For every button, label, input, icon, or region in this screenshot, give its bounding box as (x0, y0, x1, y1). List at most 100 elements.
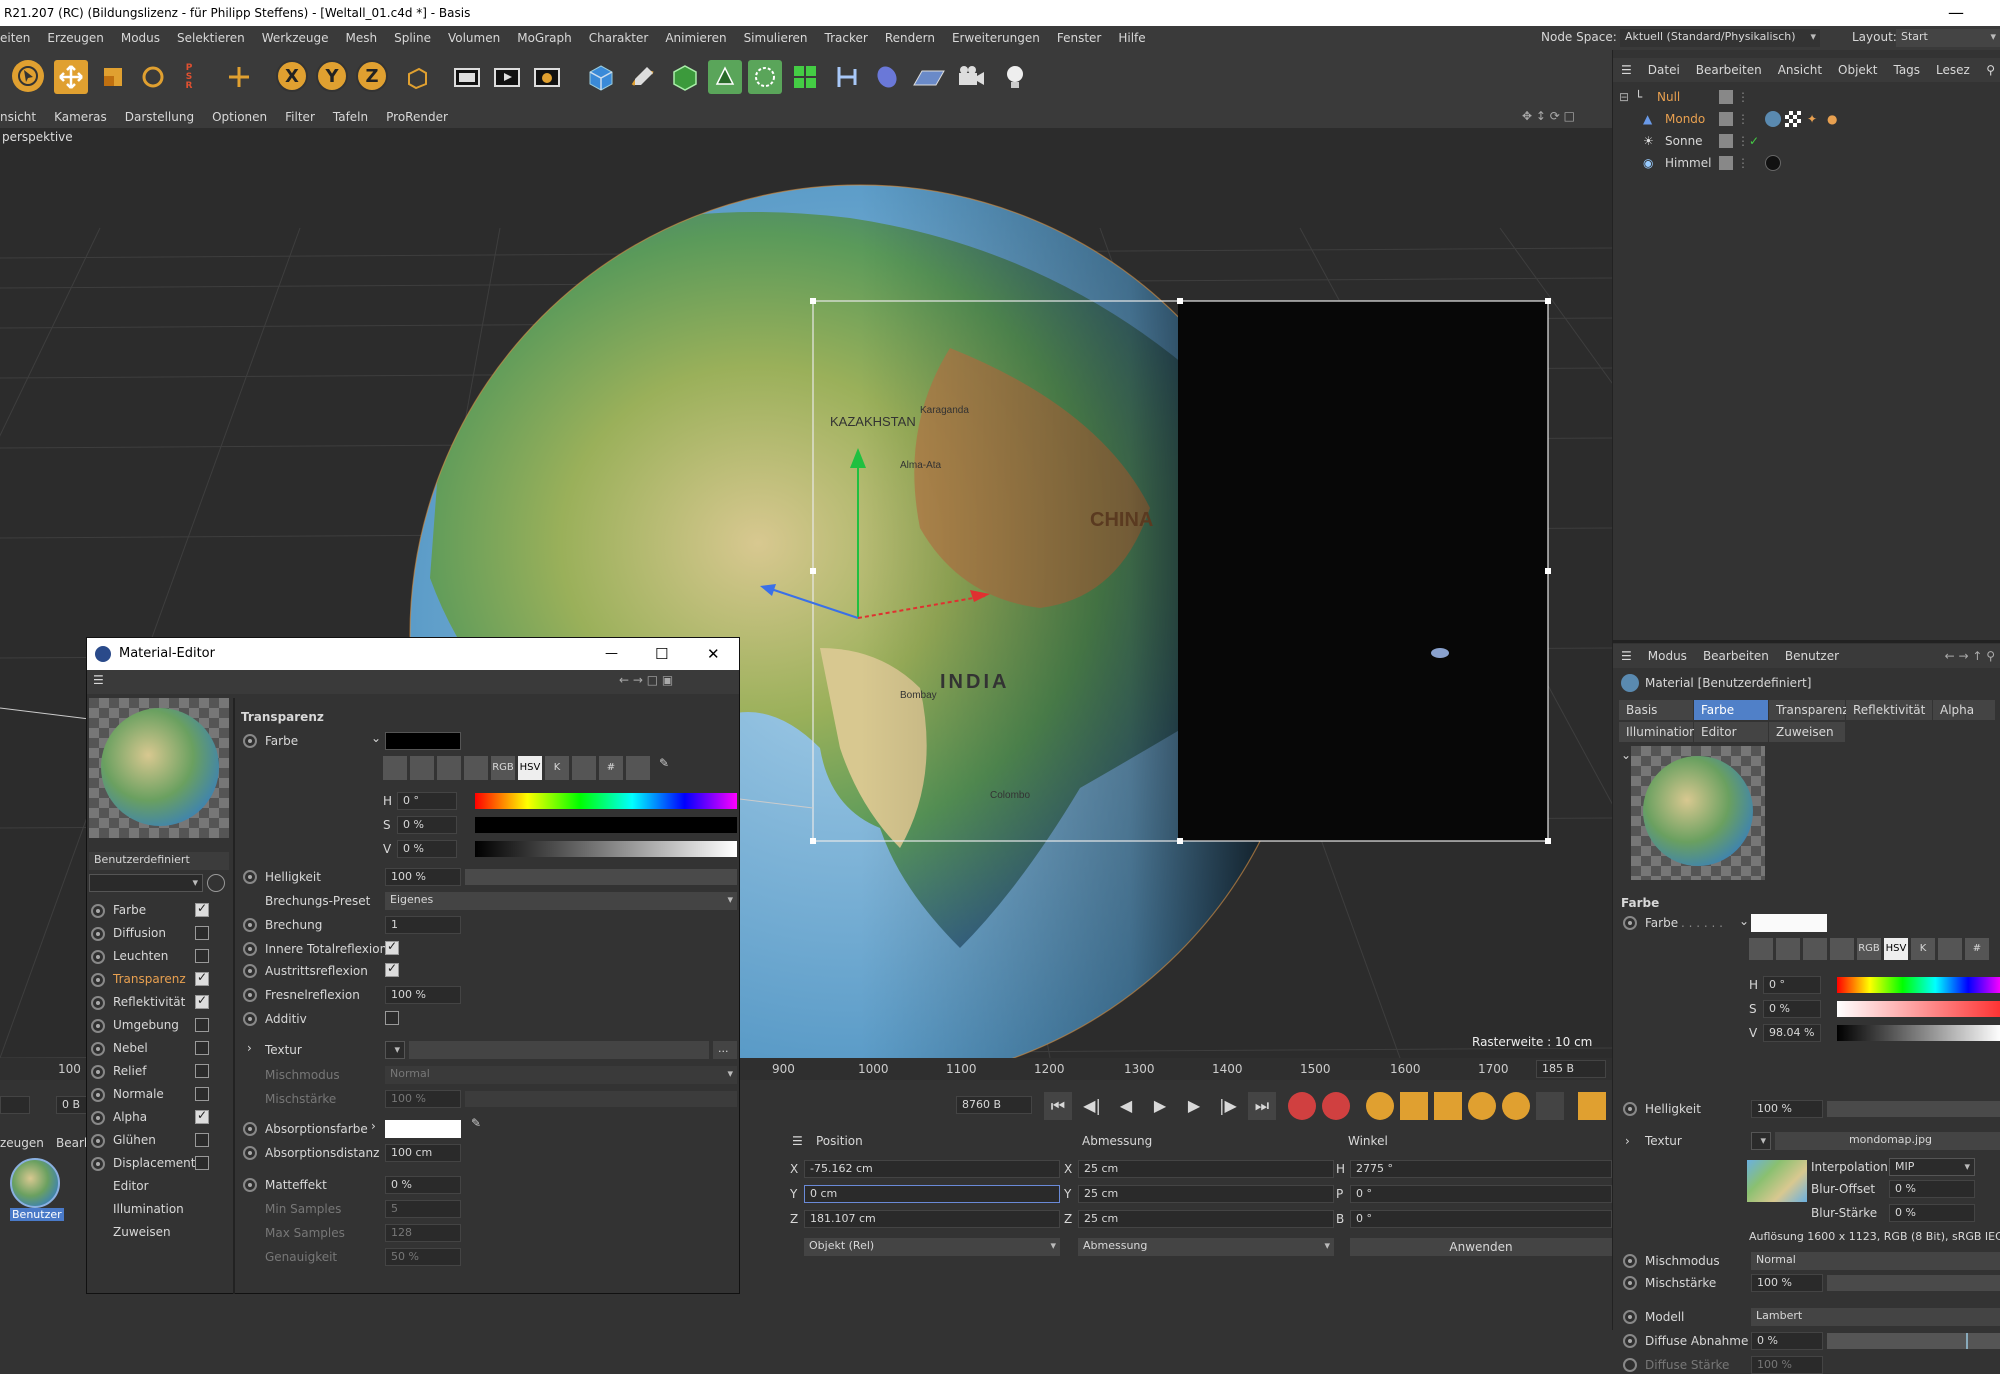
me-mischmodus-dropdown[interactable]: Normal (385, 1066, 737, 1084)
tab-editor[interactable]: Editor (1694, 722, 1768, 742)
render-view-icon[interactable] (490, 60, 524, 94)
channel-checkbox[interactable] (195, 1156, 209, 1170)
mischstaerke-field[interactable]: 100 % (1751, 1274, 1823, 1292)
absorptionsdistanz-field[interactable]: 100 cm (385, 1144, 461, 1162)
end-frame-field[interactable]: 185 B (1536, 1060, 1606, 1078)
channel-checkbox[interactable] (195, 993, 209, 1009)
autokey-icon[interactable] (1322, 1092, 1350, 1120)
absorptionsdistanz-radio[interactable] (243, 1146, 257, 1160)
next-frame-icon[interactable]: ▶ (1180, 1092, 1208, 1120)
rot-h-field[interactable]: 2775 ° (1350, 1160, 1612, 1178)
diffuse-field[interactable]: 0 % (1751, 1332, 1823, 1350)
austritt-radio[interactable] (243, 964, 257, 978)
me-helligkeit-slider[interactable] (465, 869, 737, 885)
x-axis-icon[interactable]: X (276, 60, 308, 92)
menu-item[interactable]: Werkzeuge (262, 31, 329, 45)
v-field[interactable]: 98.04 % (1763, 1024, 1821, 1042)
fresnel-radio[interactable] (243, 988, 257, 1002)
helligkeit-slider[interactable] (1827, 1101, 2000, 1117)
wheel-icon[interactable] (410, 756, 434, 780)
scale-icon[interactable] (96, 60, 130, 94)
y-axis-icon[interactable]: Y (316, 60, 348, 92)
me-extra-item[interactable]: Zuweisen (113, 1225, 171, 1239)
menu-item[interactable]: Erzeugen (47, 31, 103, 45)
hex-mode-button[interactable]: # (599, 756, 623, 780)
object-row-null[interactable]: ⊟ └ Null ⋮ (1613, 86, 2000, 108)
viewport-menu-item[interactable]: Tafeln (333, 110, 368, 124)
channel-checkbox[interactable] (195, 970, 209, 986)
chevron-down-icon[interactable]: ⌄ (371, 731, 381, 745)
apply-button[interactable]: Anwenden (1350, 1238, 1612, 1256)
menu-item[interactable]: MoGraph (517, 31, 572, 45)
light-icon[interactable] (998, 60, 1032, 94)
menu-item[interactable]: Charakter (589, 31, 649, 45)
size-mode-dropdown[interactable]: Abmessung (1078, 1238, 1334, 1256)
maximize-icon[interactable]: ☐ (655, 638, 668, 670)
pos-x-field[interactable]: -75.162 cm (804, 1160, 1060, 1178)
viewport-nav-icons[interactable]: ✥ ↕ ⟳ □ (1522, 109, 1575, 123)
search-icon[interactable]: ⚲ (1986, 63, 1995, 77)
me-v-field[interactable]: 0 % (397, 840, 457, 858)
transform-icon[interactable] (222, 60, 256, 94)
texture-tag-icon[interactable] (1785, 111, 1801, 127)
channel-row[interactable]: Nebel (87, 1038, 227, 1060)
absorptionsfarbe-radio[interactable] (243, 1122, 257, 1136)
menu-icon[interactable]: ☰ (1621, 649, 1632, 663)
interpolation-dropdown[interactable]: MIP (1889, 1158, 1975, 1176)
me-s-field[interactable]: 0 % (397, 816, 457, 834)
render-dots-icon[interactable]: ⋮ (1737, 108, 1749, 130)
viewport-menu-item[interactable]: Optionen (212, 110, 267, 124)
channel-checkbox[interactable] (195, 1133, 209, 1147)
wheel-icon[interactable] (1776, 938, 1800, 960)
s-field[interactable]: 0 % (1763, 1000, 1821, 1018)
select-icon[interactable] (12, 60, 44, 92)
current-frame-field[interactable]: 8760 B (956, 1096, 1032, 1114)
bluroffset-field[interactable]: 0 % (1889, 1180, 1975, 1198)
menu-icon[interactable]: ☰ (792, 1134, 803, 1148)
render-dots-icon[interactable]: ⋮ (1737, 152, 1749, 174)
size-z-field[interactable]: 25 cm (1078, 1210, 1334, 1228)
channel-row[interactable]: Diffusion (87, 923, 227, 945)
camera-icon[interactable] (954, 60, 988, 94)
chevron-right-icon[interactable]: › (371, 1119, 376, 1133)
helligkeit-field[interactable]: 100 % (1751, 1100, 1823, 1118)
editor-visibility-icon[interactable] (1719, 134, 1733, 148)
check-icon[interactable]: ✓ (1749, 130, 1759, 152)
diffuse-slider[interactable] (1827, 1333, 2000, 1349)
blurstaerke-field[interactable]: 0 % (1889, 1204, 1975, 1222)
render-settings-icon[interactable] (530, 60, 564, 94)
move-icon[interactable] (54, 60, 88, 94)
tab-reflektivitaet[interactable]: Reflektivität (1846, 700, 1932, 720)
matteffekt-radio[interactable] (243, 1178, 257, 1192)
tag-icon[interactable]: ✦ (1807, 108, 1817, 130)
me-h-field[interactable]: 0 ° (397, 792, 457, 810)
material-tag-icon[interactable] (1765, 111, 1781, 127)
material-tag-icon[interactable] (1765, 155, 1781, 171)
deformer-icon[interactable] (830, 60, 864, 94)
mixer2-icon[interactable] (572, 756, 596, 780)
diffuse-staerke-radio[interactable] (1623, 1358, 1637, 1372)
diffuse-radio[interactable] (1623, 1334, 1637, 1348)
am-menu-item[interactable]: Modus (1648, 649, 1687, 663)
me-v-slider[interactable] (475, 841, 737, 857)
timeline-window-icon[interactable] (1578, 1092, 1606, 1120)
mischstaerke-radio[interactable] (1623, 1276, 1637, 1290)
psr-icon[interactable]: PSR (178, 60, 200, 94)
field-icon[interactable] (870, 60, 904, 94)
genauigkeit-field[interactable]: 50 % (385, 1248, 461, 1266)
render-region-icon[interactable] (450, 60, 484, 94)
record-icon[interactable] (1288, 1092, 1316, 1120)
prev-key-icon[interactable]: ◀| (1078, 1092, 1106, 1120)
fresnel-field[interactable]: 100 % (385, 986, 461, 1004)
am-menu-item[interactable]: Benutzer (1785, 649, 1839, 663)
innere-checkbox[interactable] (385, 939, 399, 955)
mischstaerke-slider[interactable] (1827, 1275, 2000, 1291)
channel-row[interactable]: Farbe (87, 900, 227, 922)
size-x-field[interactable]: 25 cm (1078, 1160, 1334, 1178)
me-filter-dropdown[interactable] (89, 874, 203, 892)
channel-checkbox[interactable] (195, 901, 209, 917)
image-icon[interactable] (1830, 938, 1854, 960)
grid-icon[interactable] (626, 756, 650, 780)
subdivision-icon[interactable] (668, 60, 702, 94)
s-slider[interactable] (1837, 1001, 2000, 1017)
